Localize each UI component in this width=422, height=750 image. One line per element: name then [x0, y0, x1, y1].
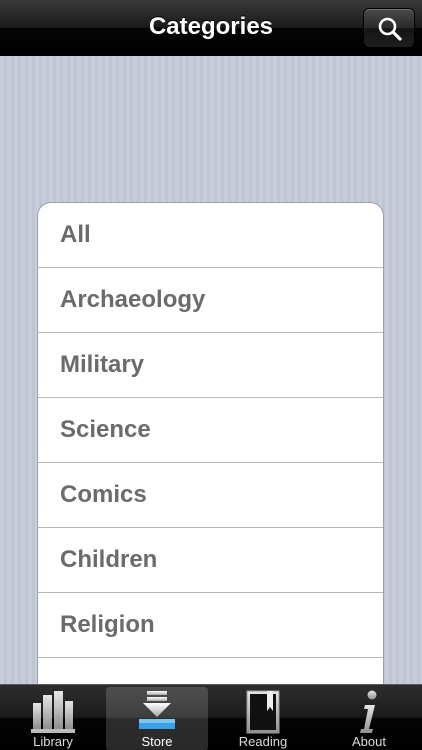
category-item-all[interactable]: All	[38, 203, 383, 268]
tab-library-label: Library	[33, 734, 73, 749]
category-item-comics[interactable]: Comics	[38, 463, 383, 528]
tab-bar: Library Store Reading About	[0, 684, 422, 750]
category-item-religion[interactable]: Religion	[38, 593, 383, 658]
page-title: Categories	[148, 13, 274, 40]
info-icon	[360, 690, 377, 733]
search-icon	[378, 17, 402, 41]
tab-about-label: About	[352, 734, 386, 749]
category-item-science[interactable]: Science	[38, 398, 383, 463]
library-icon	[31, 691, 75, 733]
category-item-partial[interactable]	[38, 658, 383, 684]
reading-book-icon	[246, 690, 280, 734]
category-item-children[interactable]: Children	[38, 528, 383, 593]
category-item-military[interactable]: Military	[38, 333, 383, 398]
category-item-archaeology[interactable]: Archaeology	[38, 268, 383, 333]
tab-reading-label: Reading	[238, 734, 288, 749]
category-list: All Archaeology Military Science Comics …	[37, 202, 384, 684]
tab-store[interactable]: Store	[106, 687, 208, 750]
content-area: All Archaeology Military Science Comics …	[0, 56, 422, 684]
navigation-bar: Categories	[0, 0, 422, 56]
store-download-icon	[139, 691, 175, 729]
tab-store-label: Store	[141, 734, 173, 749]
tab-about[interactable]: About	[318, 687, 420, 750]
tab-reading[interactable]: Reading	[212, 687, 314, 750]
tab-library[interactable]: Library	[2, 687, 104, 750]
search-button[interactable]	[363, 8, 415, 48]
